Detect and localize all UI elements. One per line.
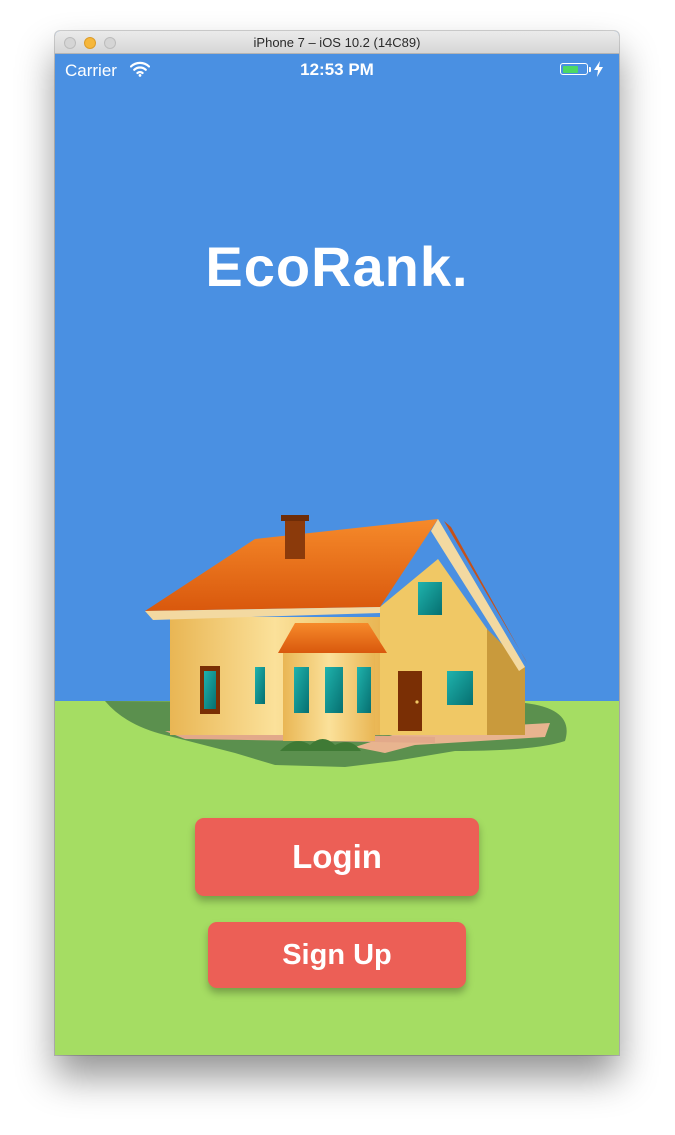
- bay-window: [294, 667, 309, 713]
- chimney: [285, 519, 305, 559]
- app-title: EcoRank.: [205, 235, 469, 298]
- bay-window: [325, 667, 343, 713]
- attic-window: [418, 582, 442, 615]
- battery-icon: [560, 63, 588, 75]
- charging-bolt-icon: [594, 61, 603, 77]
- side-window: [447, 671, 473, 705]
- login-button[interactable]: Login: [195, 818, 479, 896]
- window-title: iPhone 7 – iOS 10.2 (14C89): [253, 35, 421, 50]
- window-titlebar: iPhone 7 – iOS 10.2 (14C89): [55, 31, 619, 54]
- battery-terminal: [589, 67, 591, 72]
- bay-window: [357, 667, 371, 713]
- status-bar: Carrier 12:53 PM: [55, 54, 619, 86]
- simulator-window: iPhone 7 – iOS 10.2 (14C89) Carrier 12:5…: [55, 31, 619, 1055]
- bay-roof: [278, 623, 387, 653]
- sign-up-button[interactable]: Sign Up: [208, 922, 466, 988]
- window: [255, 667, 265, 704]
- house-illustration: [105, 515, 567, 767]
- device-screen: Carrier 12:53 PM EcoRank. Login Sign Up: [55, 54, 619, 1055]
- status-time: 12:53 PM: [300, 60, 374, 79]
- battery-level-fill: [562, 65, 578, 73]
- front-door: [398, 671, 422, 731]
- chimney-cap: [281, 515, 309, 521]
